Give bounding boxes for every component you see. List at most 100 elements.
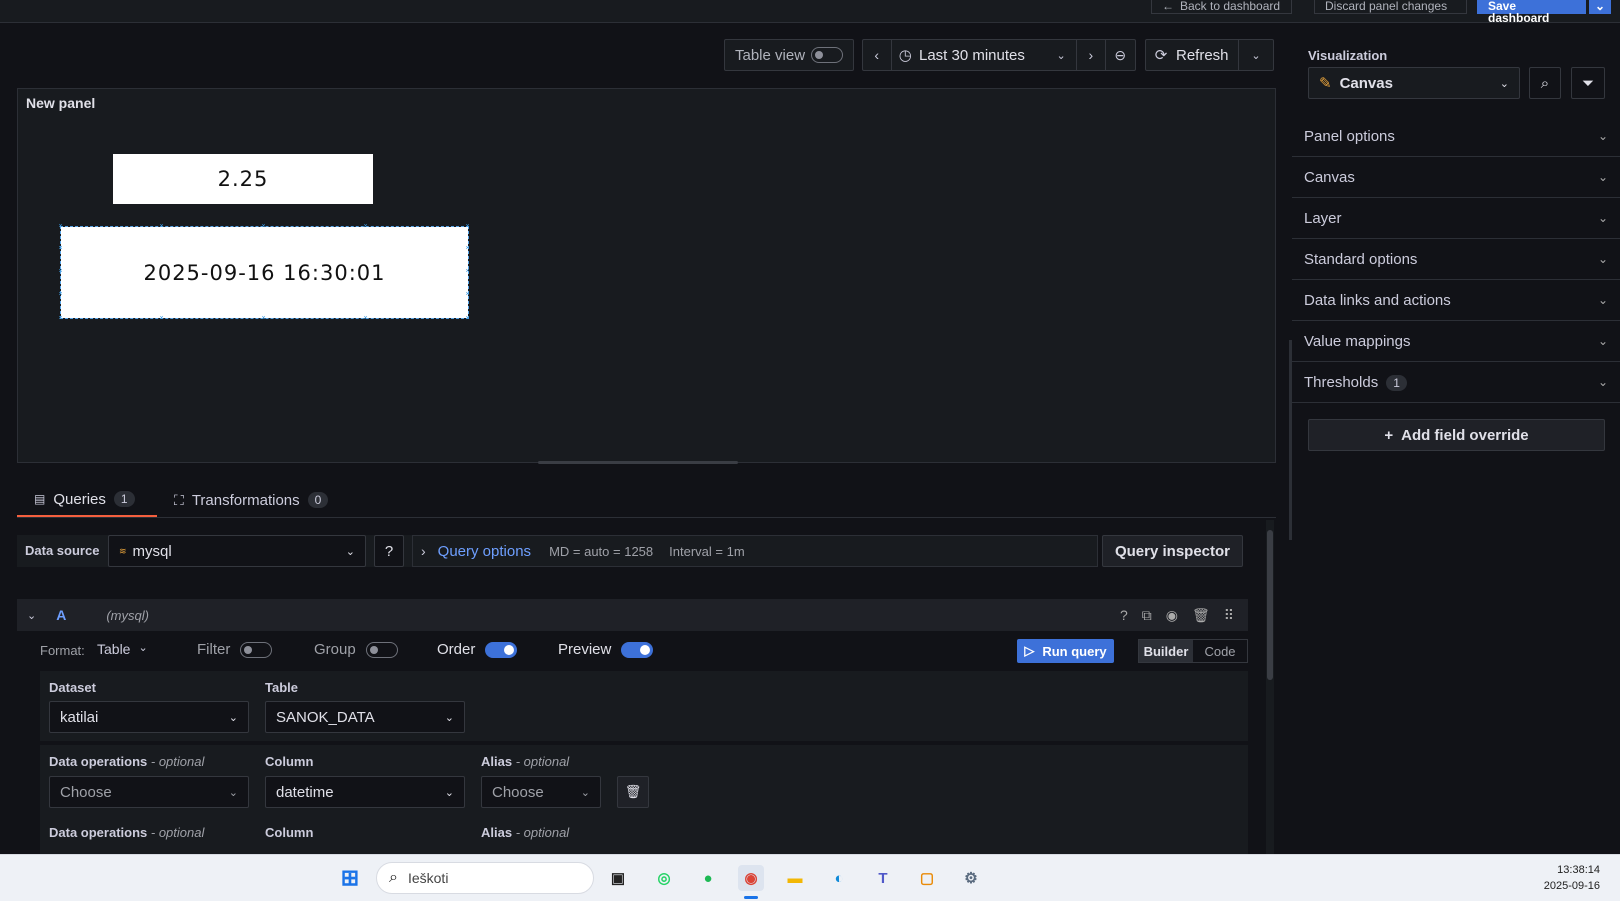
taskbar-search[interactable]: ⌕ Ieškoti bbox=[376, 862, 594, 894]
file-explorer-icon[interactable]: ▬ bbox=[782, 865, 808, 891]
refresh-picker: ⟳ Refresh ⌄ bbox=[1145, 39, 1274, 71]
format-select[interactable]: Table ⌄ bbox=[97, 641, 148, 657]
duplicate-icon[interactable]: ⧉ bbox=[1142, 607, 1152, 624]
query-inspector-button[interactable]: Query inspector bbox=[1102, 535, 1243, 567]
chevron-down-icon: ⌄ bbox=[1597, 334, 1608, 348]
tab-queries[interactable]: ▤ Queries 1 bbox=[17, 483, 157, 517]
search-options-button[interactable]: ⌕ bbox=[1529, 67, 1561, 99]
query-scrollbar[interactable] bbox=[1266, 520, 1274, 854]
whatsapp-icon[interactable]: ◎ bbox=[651, 865, 677, 891]
filter-toggle[interactable]: Filter bbox=[197, 641, 273, 658]
chevron-down-icon[interactable]: ⌄ bbox=[1056, 49, 1076, 62]
settings-gear-icon[interactable]: ⚙ bbox=[958, 865, 984, 891]
chevron-left-icon[interactable]: ‹ bbox=[863, 47, 891, 63]
edge-icon[interactable]: ◐ bbox=[826, 865, 852, 891]
teams-icon[interactable]: T bbox=[870, 865, 896, 891]
table-view-toggle[interactable]: Table view bbox=[724, 39, 854, 71]
table-view-switch[interactable] bbox=[811, 47, 843, 63]
alias-label: Alias - optional bbox=[481, 825, 570, 840]
save-dashboard-button[interactable]: Save dashboard bbox=[1477, 0, 1586, 24]
chevron-down-icon: ⌄ bbox=[228, 786, 238, 799]
taskbar bbox=[0, 854, 1620, 901]
help-icon[interactable]: ? bbox=[1120, 607, 1128, 624]
visualization-picker[interactable]: ✎ Canvas ⌄ bbox=[1308, 67, 1520, 99]
taskbar-clock[interactable]: 13:38:14 bbox=[1500, 864, 1600, 876]
dataset-select[interactable]: katilai ⌄ bbox=[49, 701, 249, 733]
data-source-help-button[interactable]: ? bbox=[374, 535, 404, 567]
chevron-down-icon: ⌄ bbox=[1597, 211, 1608, 225]
trash-icon[interactable]: 🗑 bbox=[1192, 607, 1210, 624]
chevron-right-icon: › bbox=[421, 543, 426, 559]
chevron-down-icon: ⌄ bbox=[1597, 170, 1608, 184]
scrollbar-thumb[interactable] bbox=[1267, 530, 1273, 680]
mysql-logo-icon: ≋ bbox=[119, 545, 127, 556]
time-picker: ‹ ◷ Last 30 minutes ⌄ › ⊖ bbox=[862, 39, 1136, 71]
filter-options-button[interactable]: ⏷ bbox=[1571, 67, 1605, 99]
builder-mode-button[interactable]: Builder bbox=[1139, 640, 1193, 662]
alias-label: Alias - optional bbox=[481, 754, 570, 769]
refresh-button[interactable]: Refresh bbox=[1176, 47, 1238, 64]
chevron-down-icon: ⌄ bbox=[444, 711, 454, 724]
column-label: Column bbox=[265, 825, 314, 840]
search-icon: ⌕ bbox=[389, 869, 398, 886]
preview-toggle[interactable]: Preview bbox=[558, 641, 654, 658]
search-icon: ⌕ bbox=[1540, 74, 1550, 92]
editor-mode-switch: Builder Code bbox=[1138, 639, 1248, 663]
discard-changes-button[interactable]: Discard panel changes bbox=[1314, 0, 1467, 14]
code-mode-button[interactable]: Code bbox=[1193, 640, 1247, 662]
zoom-out-icon[interactable]: ⊖ bbox=[1106, 47, 1135, 64]
delete-column-button[interactable]: 🗑 bbox=[617, 776, 649, 808]
group-toggle[interactable]: Group bbox=[314, 641, 398, 658]
task-view-icon[interactable]: ▣ bbox=[605, 865, 631, 891]
chevron-down-icon: ⌄ bbox=[228, 711, 238, 724]
order-switch[interactable] bbox=[485, 641, 518, 658]
run-query-button[interactable]: ▷ Run query bbox=[1017, 639, 1114, 663]
section-canvas[interactable]: Canvas ⌄ bbox=[1292, 157, 1620, 198]
play-icon: ▷ bbox=[1024, 643, 1035, 658]
section-value-mappings[interactable]: Value mappings ⌄ bbox=[1292, 321, 1620, 362]
query-options-bar[interactable]: › Query options MD = auto = 1258 Interva… bbox=[412, 535, 1098, 567]
column-select[interactable]: datetime ⌄ bbox=[265, 776, 465, 808]
preview-switch[interactable] bbox=[621, 641, 654, 658]
chevron-right-icon[interactable]: › bbox=[1077, 47, 1105, 63]
format-label: Format: bbox=[40, 643, 85, 658]
drag-handle-icon[interactable]: ⠿ bbox=[1224, 607, 1234, 624]
filter-switch[interactable] bbox=[240, 641, 273, 658]
active-app-indicator bbox=[744, 896, 758, 899]
back-to-dashboard-button[interactable]: ← Back to dashboard bbox=[1151, 0, 1292, 14]
add-field-override-button[interactable]: + Add field override bbox=[1308, 419, 1605, 451]
value-element[interactable]: 2.25 bbox=[113, 154, 373, 204]
refresh-icon[interactable]: ⟳ bbox=[1146, 46, 1176, 64]
alias-select[interactable]: Choose ⌄ bbox=[481, 776, 601, 808]
chevron-down-icon: ⌄ bbox=[1597, 252, 1608, 266]
tab-transformations[interactable]: ⛶ Transformations 0 bbox=[174, 483, 354, 517]
section-thresholds[interactable]: Thresholds 1 ⌄ bbox=[1292, 362, 1620, 403]
save-options-chevron-icon[interactable]: ⌄ bbox=[1589, 0, 1611, 14]
chevron-down-icon: ⌄ bbox=[444, 786, 454, 799]
taskbar-date[interactable]: 2025-09-16 bbox=[1500, 880, 1600, 892]
remote-desktop-icon[interactable]: ▢ bbox=[914, 865, 940, 891]
table-label: Table bbox=[265, 680, 298, 695]
spotify-icon[interactable]: ● bbox=[695, 865, 721, 891]
refresh-interval-chevron-icon[interactable]: ⌄ bbox=[1239, 49, 1273, 62]
visualization-label: Visualization bbox=[1308, 48, 1388, 63]
chevron-down-icon: ⌄ bbox=[1597, 375, 1608, 389]
collapse-chevron-icon[interactable]: ⌄ bbox=[27, 609, 36, 622]
data-operations-select[interactable]: Choose ⌄ bbox=[49, 776, 249, 808]
eye-icon[interactable]: ◉ bbox=[1166, 607, 1178, 624]
chevron-down-icon: ⌄ bbox=[1499, 77, 1509, 90]
section-standard-options[interactable]: Standard options ⌄ bbox=[1292, 239, 1620, 280]
table-select[interactable]: SANOK_DATA ⌄ bbox=[265, 701, 465, 733]
chrome-icon[interactable]: ◉ bbox=[738, 865, 764, 891]
chevron-down-icon: ⌄ bbox=[138, 642, 148, 654]
section-layer[interactable]: Layer ⌄ bbox=[1292, 198, 1620, 239]
column-label: Column bbox=[265, 754, 314, 769]
order-toggle[interactable]: Order bbox=[437, 641, 518, 658]
panel-resize-handle[interactable] bbox=[538, 461, 738, 464]
group-switch[interactable] bbox=[365, 641, 398, 658]
time-range-label[interactable]: Last 30 minutes bbox=[919, 47, 1056, 64]
section-panel-options[interactable]: Panel options ⌄ bbox=[1292, 116, 1620, 157]
data-source-picker[interactable]: ≋ mysql ⌄ bbox=[108, 535, 366, 567]
windows-start-icon[interactable]: ⊞ bbox=[337, 865, 363, 891]
section-data-links[interactable]: Data links and actions ⌄ bbox=[1292, 280, 1620, 321]
